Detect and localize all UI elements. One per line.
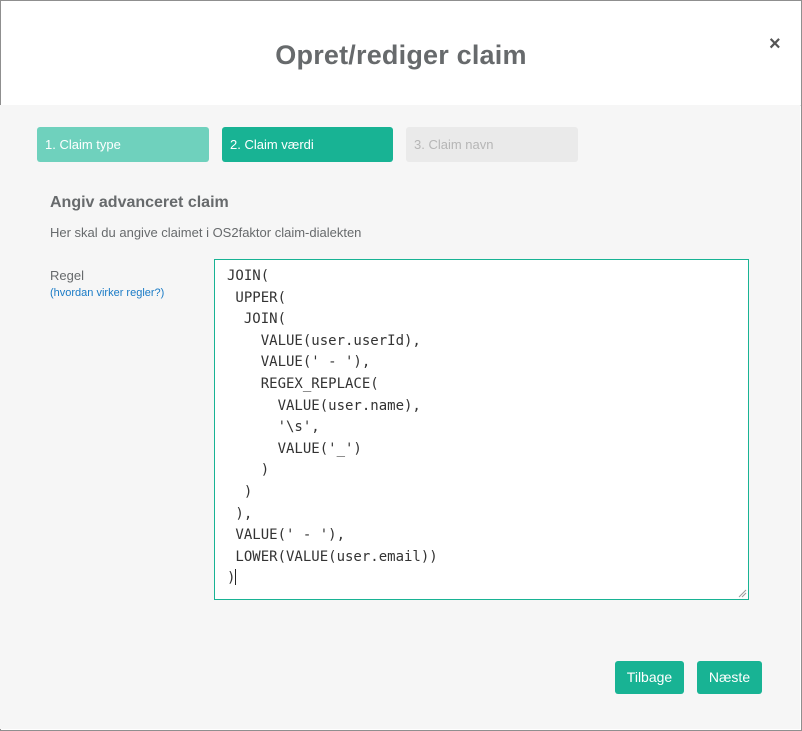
step-claim-type[interactable]: 1. Claim type bbox=[37, 127, 209, 162]
step-claim-value[interactable]: 2. Claim værdi bbox=[222, 127, 393, 162]
text-caret bbox=[235, 569, 237, 586]
rule-help-link[interactable]: (hvordan virker regler?) bbox=[50, 287, 164, 299]
rule-textarea[interactable]: JOIN( UPPER( JOIN( VALUE(user.userId), V… bbox=[214, 259, 749, 600]
resize-grip-icon[interactable] bbox=[738, 589, 747, 598]
close-icon[interactable]: × bbox=[769, 34, 781, 54]
section-title: Angiv advanceret claim bbox=[50, 194, 229, 211]
rule-value: JOIN( UPPER( JOIN( VALUE(user.userId), V… bbox=[227, 268, 438, 587]
dialog-title: Opret/rediger claim bbox=[275, 40, 527, 70]
back-button[interactable]: Tilbage bbox=[615, 661, 684, 694]
dialog-header: Opret/rediger claim × bbox=[1, 1, 801, 106]
rule-text: JOIN( UPPER( JOIN( VALUE(user.userId), V… bbox=[227, 266, 736, 590]
section-description: Her skal du angive claimet i OS2faktor c… bbox=[50, 225, 362, 240]
rule-label: Regel bbox=[50, 268, 84, 283]
next-button[interactable]: Næste bbox=[697, 661, 762, 694]
step-claim-name: 3. Claim navn bbox=[406, 127, 578, 162]
